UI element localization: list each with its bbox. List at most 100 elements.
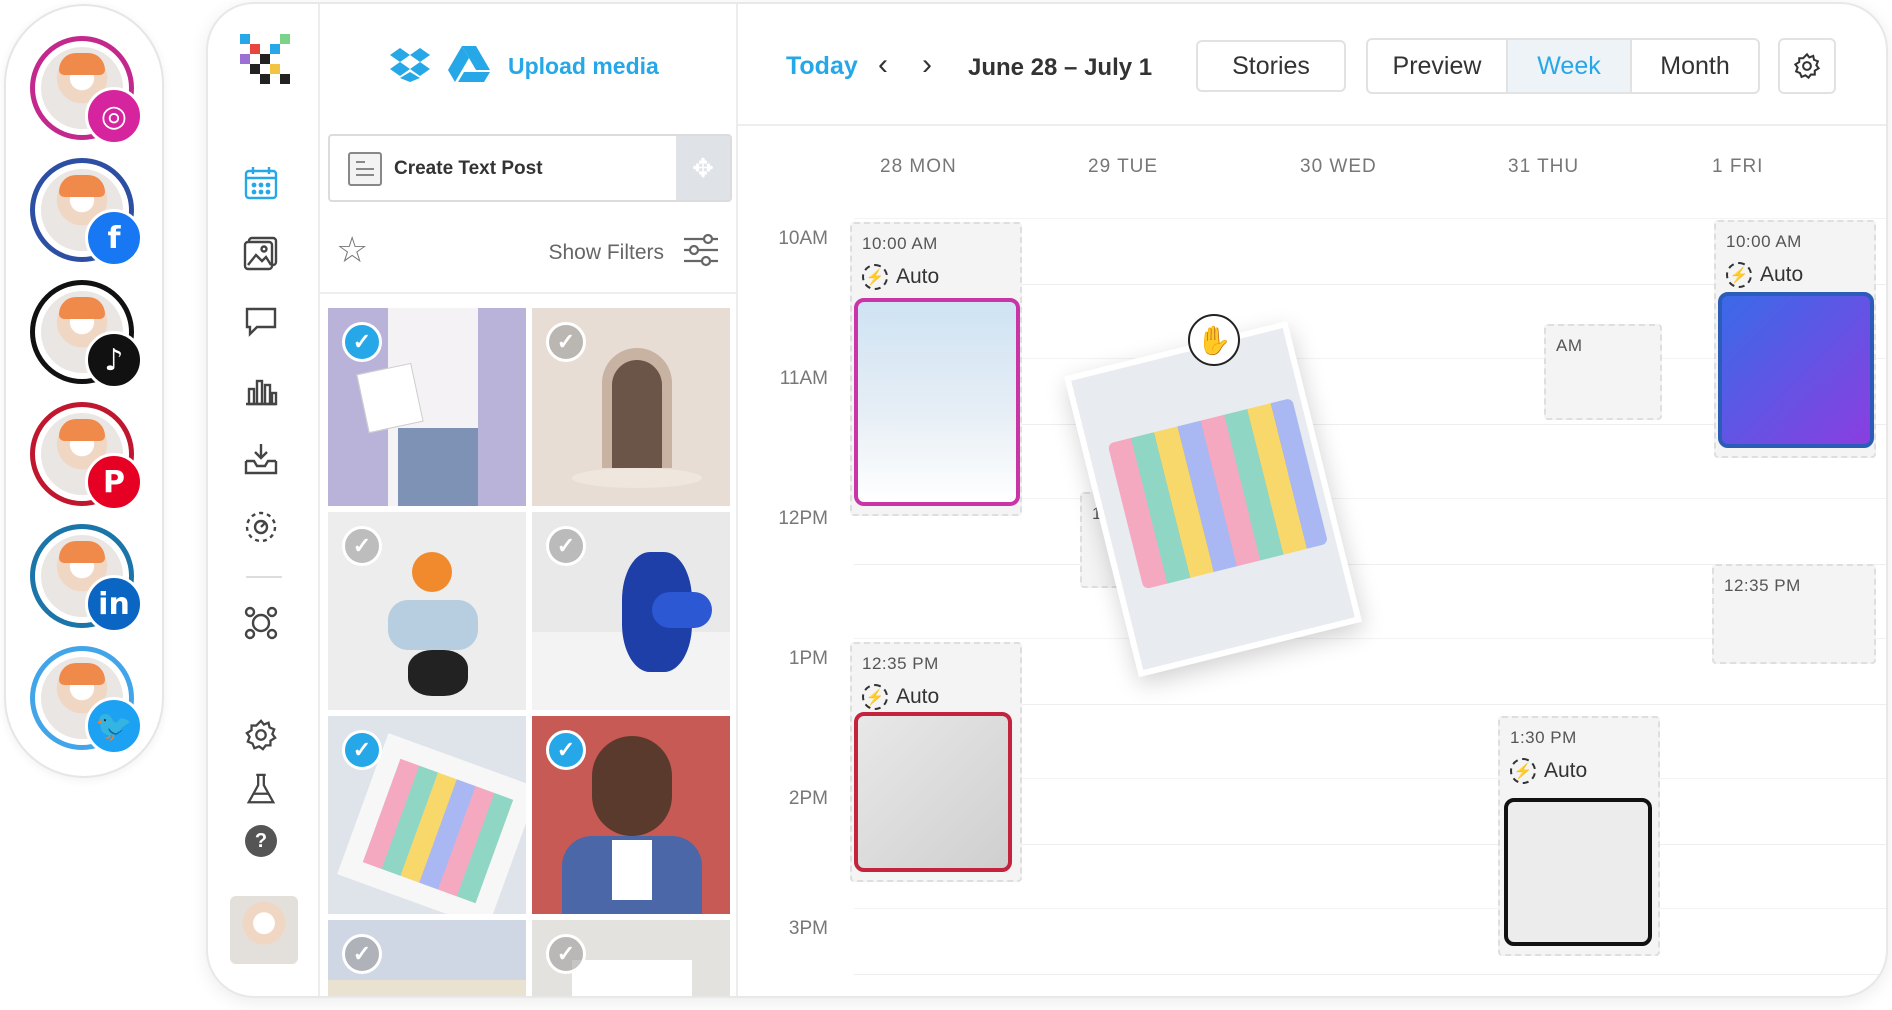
show-filters-button[interactable]: Show Filters <box>548 232 720 273</box>
app-logo[interactable] <box>232 28 296 92</box>
text-post-icon <box>348 152 382 186</box>
account-pinterest[interactable]: P <box>30 402 143 511</box>
analytics-icon[interactable] <box>242 370 280 408</box>
calendar-panel: Today ‹ › June 28 – July 1 Stories Previ… <box>738 4 1886 996</box>
integrations-icon[interactable] <box>242 604 280 642</box>
empty-slot[interactable]: AM <box>1544 324 1662 420</box>
account-facebook[interactable]: f <box>30 158 143 267</box>
today-button[interactable]: Today <box>786 52 858 81</box>
pinterest-icon: P <box>85 453 143 511</box>
media-tile-mountain-painting[interactable]: ✓ <box>328 920 526 996</box>
account-tiktok[interactable]: ♪ <box>30 280 143 389</box>
post-thumbnail[interactable] <box>1504 798 1652 946</box>
auto-mode-text: Auto <box>1544 759 1588 782</box>
empty-slot[interactable]: 12:35 PM <box>1712 564 1876 664</box>
keyboard-image <box>1107 397 1329 590</box>
day-header: 28 MON <box>880 156 957 177</box>
media-tile-smiling-woman[interactable]: ✓ <box>532 716 730 914</box>
social-accounts-rail: ◎ f ♪ Pin 🐦 <box>4 4 164 778</box>
hour-gridline <box>854 218 1886 219</box>
hour-label: 1PM <box>788 648 828 669</box>
prev-week-icon[interactable]: ‹ <box>878 48 888 82</box>
media-tile-gallery-interior[interactable]: ✓ <box>532 920 730 996</box>
week-tab[interactable]: Week <box>1508 40 1632 92</box>
favorites-star-icon[interactable]: ☆ <box>336 232 368 268</box>
stories-button[interactable]: Stories <box>1196 40 1346 92</box>
auto-mode-text: Auto <box>896 265 940 288</box>
smart-schedule-icon[interactable] <box>242 508 280 546</box>
month-tab[interactable]: Month <box>1632 40 1758 92</box>
select-check-icon[interactable]: ✓ <box>342 730 382 770</box>
hour-label: 12PM <box>778 508 828 529</box>
grab-cursor-icon: ✋ <box>1188 314 1240 366</box>
calendar-settings-button[interactable] <box>1778 38 1836 94</box>
select-check-icon[interactable]: ✓ <box>546 730 586 770</box>
drag-handle-icon[interactable]: ✥ <box>676 136 730 200</box>
labs-flask-icon[interactable] <box>242 770 280 808</box>
hour-gridline <box>854 974 1886 975</box>
next-week-icon[interactable]: › <box>922 48 932 82</box>
post-thumbnail[interactable] <box>1718 292 1874 448</box>
facebook-icon: f <box>85 209 143 267</box>
select-check-icon[interactable]: ✓ <box>546 526 586 566</box>
filter-sliders-icon <box>682 232 720 273</box>
media-tile-rainbow-keyboard[interactable]: ✓ <box>328 716 526 914</box>
media-tile-balloon-dog[interactable]: ✓ <box>532 512 730 710</box>
select-check-icon[interactable]: ✓ <box>546 934 586 974</box>
hour-label: 3PM <box>788 918 828 939</box>
tiktok-icon: ♪ <box>85 331 143 389</box>
day-header: 30 WED <box>1300 156 1377 177</box>
auto-publish-icon: ⚡ <box>1510 758 1536 784</box>
auto-publish-label: ⚡ Auto <box>862 264 939 290</box>
auto-publish-label: ⚡ Auto <box>1510 758 1587 784</box>
select-check-icon[interactable]: ✓ <box>546 322 586 362</box>
account-twitter[interactable]: 🐦 <box>30 646 143 755</box>
post-thumbnail[interactable] <box>854 712 1012 872</box>
gear-icon <box>1793 52 1821 80</box>
account-instagram[interactable]: ◎ <box>30 36 143 145</box>
upload-media-button[interactable]: Upload media <box>390 44 659 88</box>
dropbox-icon <box>390 46 430 87</box>
post-time: 1:30 PM <box>1510 728 1577 747</box>
app-window: ? Upload media Create Text Post ✥ ☆ Show… <box>206 2 1888 998</box>
account-linkedin[interactable]: in <box>30 524 143 633</box>
twitter-icon: 🐦 <box>85 697 143 755</box>
media-tile-arch-sculpture[interactable]: ✓ <box>532 308 730 506</box>
calendar-header-divider <box>738 124 1886 126</box>
hour-gridline <box>854 908 1886 909</box>
preview-tab[interactable]: Preview <box>1368 40 1508 92</box>
auto-publish-icon: ⚡ <box>862 684 888 710</box>
comments-icon[interactable] <box>242 302 280 340</box>
hour-label: 2PM <box>788 788 828 809</box>
auto-publish-label: ⚡ Auto <box>862 684 939 710</box>
auto-publish-icon: ⚡ <box>862 264 888 290</box>
google-drive-icon <box>448 45 490 87</box>
day-header: 1 FRI <box>1712 156 1764 177</box>
user-avatar[interactable] <box>230 896 298 964</box>
hour-label: 10AM <box>778 228 828 249</box>
calendar-icon[interactable] <box>242 164 280 202</box>
media-tile-orange-sculpture[interactable]: ✓ <box>328 512 526 710</box>
post-thumbnail[interactable] <box>854 298 1020 506</box>
linkedin-icon: in <box>85 575 143 633</box>
day-header: 31 THU <box>1508 156 1580 177</box>
settings-icon[interactable] <box>242 716 280 754</box>
left-sidebar: ? <box>208 4 320 996</box>
slot-time: 12:35 PM <box>1724 576 1801 595</box>
library-divider <box>320 292 736 294</box>
media-tile-poetry-shirt[interactable]: ✓ <box>328 308 526 506</box>
select-check-icon[interactable]: ✓ <box>342 526 382 566</box>
post-time: 10:00 AM <box>1726 232 1802 251</box>
media-library-icon[interactable] <box>242 234 280 272</box>
select-check-icon[interactable]: ✓ <box>342 322 382 362</box>
select-check-icon[interactable]: ✓ <box>342 934 382 974</box>
day-header: 29 TUE <box>1088 156 1159 177</box>
create-text-post-label: Create Text Post <box>394 158 543 179</box>
help-icon[interactable]: ? <box>242 822 280 860</box>
create-text-post-button[interactable]: Create Text Post ✥ <box>328 134 732 202</box>
sidebar-divider <box>246 576 282 578</box>
auto-publish-label: ⚡ Auto <box>1726 262 1803 288</box>
dragged-media-card[interactable] <box>1063 320 1363 678</box>
instagram-icon: ◎ <box>85 87 143 145</box>
inbox-download-icon[interactable] <box>242 440 280 478</box>
